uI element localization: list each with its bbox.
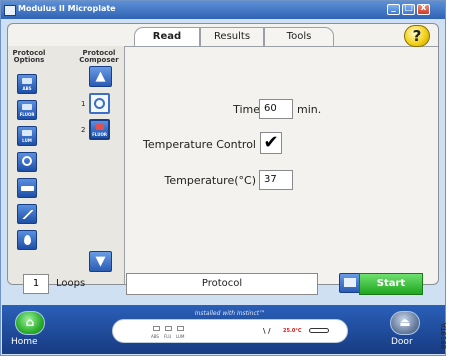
absorbance-icon	[22, 78, 32, 84]
fluorescence-icon	[96, 124, 104, 130]
option-fluor-label: FLUOR	[19, 112, 35, 117]
start-button[interactable]: Start	[359, 273, 423, 295]
option-shake-button[interactable]	[17, 178, 37, 198]
home-button[interactable]: ⌂	[15, 311, 45, 335]
temperature-control-checkbox[interactable]: ✔	[260, 132, 282, 154]
close-button[interactable]: x	[417, 3, 430, 15]
protocol-name-field[interactable]: Protocol	[126, 273, 318, 295]
option-inject-button[interactable]	[17, 230, 37, 250]
footer-bar: ⌂ Home Installed with Instinct™ ABS FLU …	[2, 305, 445, 354]
abs-mini-icon	[153, 326, 160, 331]
door-label: Door	[391, 337, 413, 347]
time-unit-label: min.	[297, 103, 322, 116]
app-window: Modulus II Microplate _ □ x Read Results…	[0, 0, 446, 356]
main-panel: Read Results Tools ? Protocol Options Pr…	[7, 23, 439, 285]
option-abs-label: ABS	[22, 86, 32, 91]
protocol-composer-header: Protocol Composer	[79, 49, 119, 64]
loops-label: Loops	[56, 278, 86, 289]
tab-read[interactable]: Read	[134, 27, 200, 46]
lum-mini-icon	[177, 326, 184, 331]
minimize-icon: _	[391, 3, 396, 13]
option-kinetic-button[interactable]	[17, 204, 37, 224]
protocol-options-header: Protocol Options	[12, 49, 46, 64]
maximize-button[interactable]: □	[402, 3, 415, 15]
app-icon	[4, 5, 16, 16]
composer-step-fluor-label: FLUOR	[92, 132, 107, 137]
title-bar: Modulus II Microplate _ □ x	[1, 1, 445, 19]
arrow-up-icon: ▲	[95, 69, 106, 84]
close-icon: x	[420, 3, 427, 13]
status-strip: ABS FLU LUM \ / 25.0°C	[112, 319, 348, 343]
fluorescence-icon	[22, 104, 32, 110]
shake-icon	[21, 186, 34, 191]
move-up-button[interactable]: ▲	[89, 66, 112, 87]
home-label: Home	[11, 337, 38, 347]
protocol-sidebar: Protocol Options Protocol Composer ABS F…	[8, 46, 125, 284]
option-timer-button[interactable]	[17, 152, 37, 172]
step-number: 1	[81, 100, 86, 108]
tab-tools[interactable]: Tools	[264, 27, 334, 46]
pen-icon	[309, 328, 329, 333]
fluor-mini-icon	[165, 326, 172, 331]
option-lum-button[interactable]: LUM	[17, 126, 37, 146]
home-icon: ⌂	[25, 315, 35, 329]
step-number: 2	[81, 126, 86, 134]
edit-icon	[344, 278, 356, 287]
temperature-indicator: 25.0°C	[283, 328, 302, 334]
window-title: Modulus II Microplate	[18, 4, 116, 13]
figure-code: 8919TA	[440, 318, 457, 360]
edit-protocol-button[interactable]	[339, 273, 361, 293]
door-button[interactable]: ⏏	[390, 311, 420, 335]
arrow-down-icon: ▼	[95, 254, 106, 269]
kinetic-icon	[21, 210, 33, 219]
time-input[interactable]: 60	[259, 99, 293, 119]
lum-mini-label: LUM	[176, 334, 185, 339]
status-mark-icon: \ /	[263, 327, 271, 335]
time-label: Time	[233, 103, 260, 116]
abs-mini-label: ABS	[151, 334, 159, 339]
flu-mini-label: FLU	[164, 334, 172, 339]
loops-input[interactable]: 1	[23, 274, 49, 294]
composer-step-fluor[interactable]: FLUOR	[89, 119, 110, 140]
temperature-input[interactable]: 37	[259, 170, 293, 190]
inject-icon	[24, 235, 31, 245]
help-button[interactable]: ?	[404, 25, 430, 47]
door-icon: ⏏	[399, 315, 411, 329]
figure-code-text: 8919TA	[440, 322, 449, 350]
move-down-button[interactable]: ▼	[89, 251, 112, 272]
minimize-button[interactable]: _	[387, 3, 400, 15]
option-lum-label: LUM	[22, 138, 32, 143]
tab-results[interactable]: Results	[200, 27, 264, 46]
composer-step-timer[interactable]	[89, 93, 110, 114]
clock-icon	[22, 156, 32, 166]
option-abs-button[interactable]: ABS	[17, 74, 37, 94]
luminescence-icon	[22, 130, 32, 136]
temperature-label: Temperature(°C)	[164, 174, 256, 187]
temperature-control-label: Temperature Control	[143, 138, 256, 151]
maximize-icon: □	[404, 3, 413, 13]
instinct-label: Installed with Instinct™	[194, 310, 266, 317]
option-fluor-button[interactable]: FLUOR	[17, 100, 37, 120]
clock-icon	[94, 98, 105, 109]
